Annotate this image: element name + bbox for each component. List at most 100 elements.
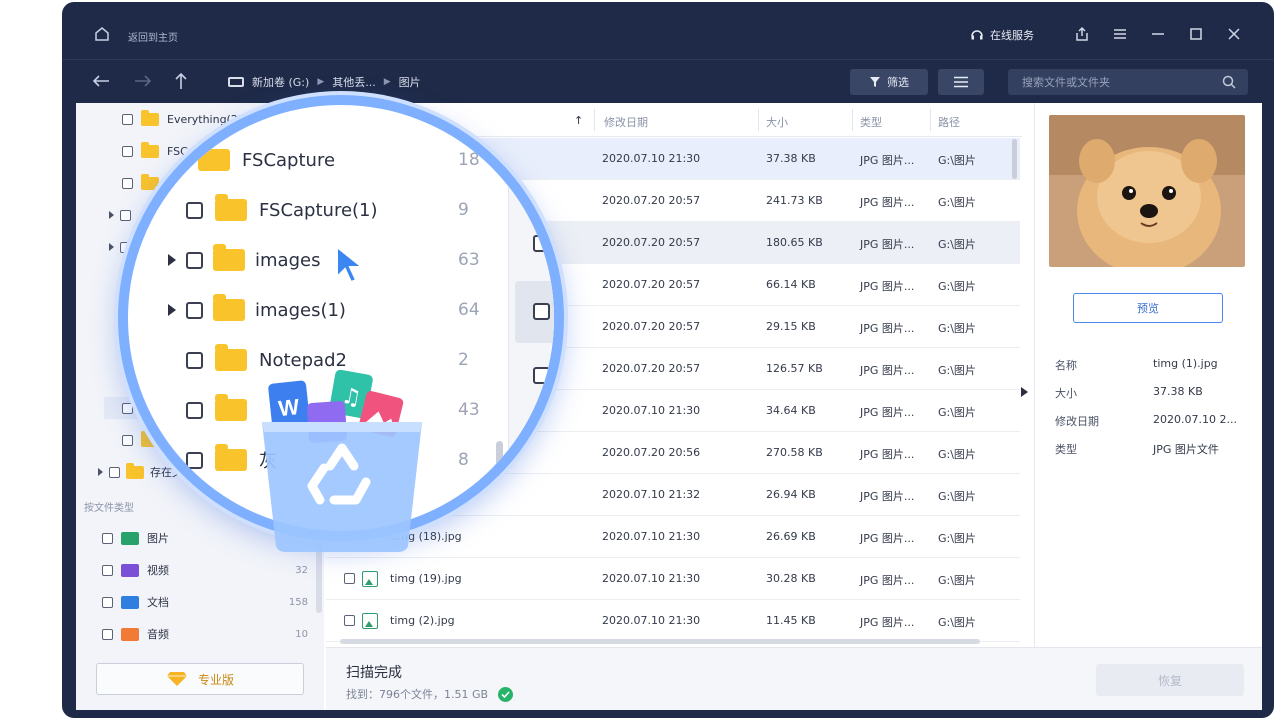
magnified-folder-row: FSCapture 18 xyxy=(168,144,498,175)
cell-date: 2020.07.10 21:30 xyxy=(602,614,701,627)
pro-version-button[interactable]: 专业版 xyxy=(96,663,304,695)
cell-size: 241.73 KB xyxy=(766,194,823,207)
video-icon xyxy=(121,563,139,577)
cell-path: G:\图片 xyxy=(938,196,976,209)
cell-date: 2020.07.10 21:30 xyxy=(602,152,701,165)
type-item-video[interactable]: 视频 32 xyxy=(76,559,316,581)
search-input[interactable]: 搜索文件或文件夹 xyxy=(1008,69,1248,95)
headset-icon xyxy=(971,30,983,40)
cell-type: JPG 图片... xyxy=(860,406,915,419)
cell-size: 66.14 KB xyxy=(766,278,816,291)
forward-arrow-icon[interactable] xyxy=(132,70,154,92)
maximize-icon[interactable] xyxy=(1186,24,1206,44)
document-icon xyxy=(121,595,139,609)
cell-type: JPG 图片... xyxy=(860,448,915,461)
magnified-folder-count: 43 xyxy=(458,400,480,420)
checkbox[interactable] xyxy=(102,564,113,576)
sort-arrow-icon[interactable]: ↑ xyxy=(574,114,583,127)
cell-size: 37.38 KB xyxy=(766,152,816,165)
magnified-folder-count: 63 xyxy=(458,250,480,270)
check-icon xyxy=(498,686,514,702)
cell-date: 2020.07.20 20:57 xyxy=(602,362,701,375)
minimize-icon[interactable] xyxy=(1148,24,1168,44)
drive-icon xyxy=(228,77,244,87)
checkbox xyxy=(533,303,550,320)
prop-size-key: 大小 xyxy=(1055,387,1077,400)
view-menu-button[interactable] xyxy=(938,69,984,95)
cell-name: timg (19).jpg xyxy=(390,572,462,585)
search-icon[interactable] xyxy=(1222,75,1236,89)
up-arrow-icon[interactable] xyxy=(170,70,192,92)
checkbox[interactable] xyxy=(344,615,355,626)
magnified-folder-label: images(1) xyxy=(255,299,346,321)
breadcrumb-separator: ▶ xyxy=(383,77,391,87)
prop-name-key: 名称 xyxy=(1055,359,1077,372)
close-icon[interactable] xyxy=(1224,24,1244,44)
cell-date: 2020.07.10 21:30 xyxy=(602,404,701,417)
breadcrumb-other[interactable]: 其他丢... xyxy=(332,74,376,90)
type-item-count: 32 xyxy=(295,564,308,576)
column-path[interactable]: 路径 xyxy=(938,114,960,130)
diamond-icon xyxy=(166,672,187,686)
type-item-label: 视频 xyxy=(147,564,169,577)
table-row[interactable]: timg (19).jpg 2020.07.10 21:30 30.28 KB … xyxy=(326,558,1020,600)
cell-path: G:\图片 xyxy=(938,280,976,293)
checkbox[interactable] xyxy=(102,532,113,544)
back-arrow-icon[interactable] xyxy=(90,70,112,92)
breadcrumb-drive[interactable]: 新加卷 (G:) xyxy=(252,74,309,90)
expand-arrow-icon xyxy=(168,254,176,266)
type-item-documents[interactable]: 文档 158 xyxy=(76,591,316,613)
list-icon xyxy=(954,76,968,88)
cell-date: 2020.07.10 21:30 xyxy=(602,530,701,543)
magnified-folder-count: 8 xyxy=(458,450,469,470)
navigation-bar: 新加卷 (G:) ▶ 其他丢... ▶ 图片 筛选 搜索文件或文件夹 xyxy=(62,59,1274,103)
back-to-home-link[interactable]: 返回到主页 xyxy=(128,29,178,44)
recover-button[interactable]: 恢复 xyxy=(1096,664,1244,696)
share-icon[interactable] xyxy=(1072,24,1092,44)
cell-path: G:\图片 xyxy=(938,238,976,251)
magnified-scrollbar xyxy=(496,441,503,487)
collapse-panel-icon[interactable] xyxy=(1021,387,1028,397)
checkbox xyxy=(186,201,203,219)
prop-type-value: JPG 图片文件 xyxy=(1153,443,1219,456)
checkbox[interactable] xyxy=(344,573,355,584)
folder-icon xyxy=(215,444,247,471)
file-list-vertical-scrollbar[interactable] xyxy=(1012,139,1017,179)
image-file-icon xyxy=(362,613,378,629)
checkbox[interactable] xyxy=(109,466,120,478)
column-size[interactable]: 大小 xyxy=(766,114,788,130)
preview-button[interactable]: 预览 xyxy=(1073,293,1223,323)
type-item-label: 音频 xyxy=(147,628,169,641)
expand-arrow-icon[interactable] xyxy=(98,468,103,476)
preview-image xyxy=(1049,115,1245,267)
home-icon[interactable] xyxy=(94,26,110,42)
file-list-horizontal-scrollbar[interactable] xyxy=(340,639,980,644)
magnified-folder-label: FSCapture(1) xyxy=(259,199,378,221)
table-row[interactable]: timg (2).jpg 2020.07.10 21:30 11.45 KB J… xyxy=(326,600,1020,642)
cell-type: JPG 图片... xyxy=(860,238,915,251)
cell-type: JPG 图片... xyxy=(860,364,915,377)
checkbox[interactable] xyxy=(102,596,113,608)
column-divider xyxy=(852,109,853,131)
type-item-audio[interactable]: 音频 10 xyxy=(76,623,316,645)
cell-type: JPG 图片... xyxy=(860,532,915,545)
expand-arrow-icon[interactable] xyxy=(109,243,114,251)
magnified-folder-count: 9 xyxy=(458,200,469,220)
online-service-button[interactable]: 在线服务 xyxy=(970,27,1034,43)
menu-icon[interactable] xyxy=(1110,24,1130,44)
column-divider xyxy=(930,109,931,131)
cell-type: JPG 图片... xyxy=(860,574,915,587)
filter-label: 筛选 xyxy=(887,76,909,89)
filter-button[interactable]: 筛选 xyxy=(850,69,928,95)
type-item-count: 158 xyxy=(288,596,308,608)
breadcrumb-pictures[interactable]: 图片 xyxy=(399,74,421,90)
expand-arrow-icon[interactable] xyxy=(109,211,114,219)
cell-date: 2020.07.20 20:57 xyxy=(602,320,701,333)
cell-size: 26.94 KB xyxy=(766,488,816,501)
type-item-count: 10 xyxy=(295,628,308,640)
checkbox[interactable] xyxy=(102,628,113,640)
column-date[interactable]: 修改日期 xyxy=(604,114,648,130)
column-type[interactable]: 类型 xyxy=(860,114,882,130)
folder-icon xyxy=(213,244,245,271)
recycle-bin-illustration: W ♫ xyxy=(258,366,426,554)
